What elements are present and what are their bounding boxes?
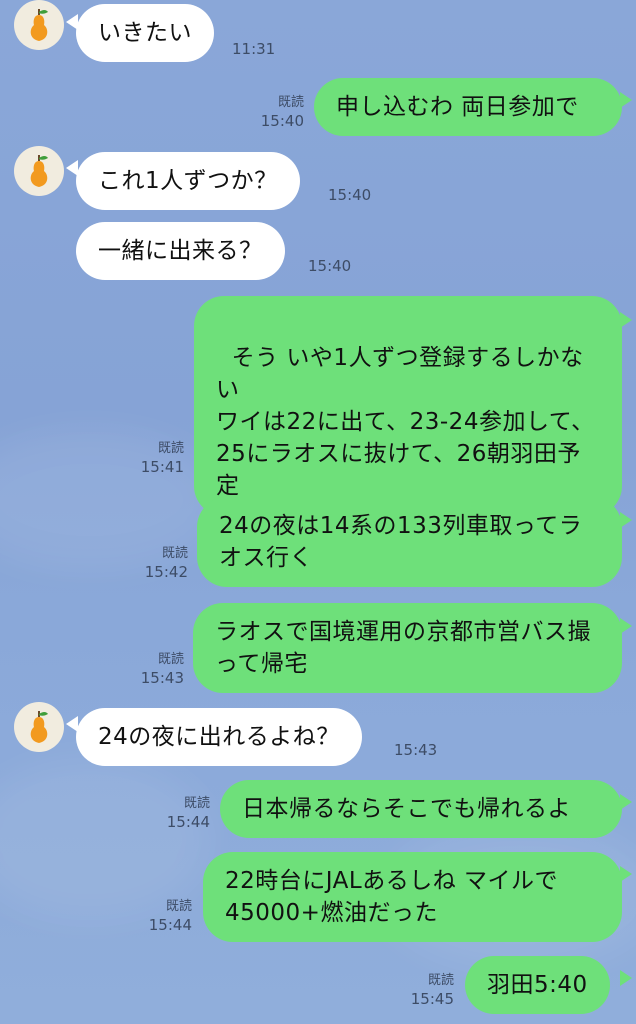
message-time: 15:45 — [410, 990, 454, 1008]
read-receipt: 既読 — [165, 899, 192, 914]
contact-avatar[interactable] — [14, 0, 64, 50]
message-bubble[interactable]: 羽田5:40 — [465, 956, 610, 1014]
bubble-tail — [620, 970, 632, 986]
message-bubble[interactable]: 24の夜に出れるよね？ — [76, 708, 362, 766]
message-text: 24の夜に出れるよね？ — [98, 724, 340, 750]
message-bubble[interactable]: 申し込むわ 両日参加で — [314, 78, 622, 136]
message-text: 一緒に出来る？ — [98, 238, 263, 264]
read-receipt: 既読 — [157, 652, 184, 667]
message-text: そう いや1人ずつ登録するしかない ワイは22に出て、23-24参加して、25に… — [216, 345, 595, 499]
message-meta: 既読 15:41 — [132, 440, 184, 476]
read-receipt: 既読 — [183, 796, 210, 811]
message-meta: 既読 15:43 — [128, 651, 184, 687]
message-text: 22時台にJALあるしね マイルで45000+燃油だった — [225, 868, 559, 926]
bubble-tail — [620, 866, 632, 882]
pear-icon — [30, 155, 48, 187]
bubble-tail — [620, 618, 632, 634]
message-meta: 既読 15:44 — [134, 898, 192, 934]
pear-icon — [30, 711, 48, 743]
read-receipt: 既読 — [161, 546, 188, 561]
read-receipt: 既読 — [427, 973, 454, 988]
bubble-tail — [620, 512, 632, 528]
contact-avatar[interactable] — [14, 146, 64, 196]
message-bubble[interactable]: 24の夜は14系の133列車取ってラオス行く — [197, 497, 622, 587]
message-time: 15:43 — [394, 741, 438, 759]
pear-icon — [30, 9, 48, 41]
message-text: 羽田5:40 — [487, 972, 588, 998]
message-text: これ1人ずつか？ — [98, 168, 278, 194]
message-bubble[interactable]: 日本帰るならそこでも帰れるよ — [220, 780, 622, 838]
read-receipt: 既読 — [157, 441, 184, 456]
message-meta: 既読 15:44 — [152, 795, 210, 831]
message-meta: 15:40 — [308, 257, 351, 275]
message-time: 15:40 — [260, 112, 304, 130]
contact-avatar[interactable] — [14, 702, 64, 752]
message-time: 15:44 — [148, 916, 192, 934]
bubble-tail — [620, 312, 632, 328]
message-bubble[interactable]: いきたい — [76, 4, 214, 62]
message-time: 15:44 — [166, 813, 210, 831]
message-meta: 11:31 — [232, 40, 275, 58]
message-meta: 15:43 — [394, 741, 437, 759]
message-meta: 既読 15:42 — [132, 545, 188, 581]
message-bubble[interactable]: ラオスで国境運用の京都市営バス撮って帰宅 — [193, 603, 622, 693]
message-meta: 既読 15:45 — [398, 972, 454, 1008]
read-receipt: 既読 — [277, 95, 304, 110]
message-bubble[interactable]: 一緒に出来る？ — [76, 222, 285, 280]
message-bubble[interactable]: 22時台にJALあるしね マイルで45000+燃油だった — [203, 852, 622, 942]
message-text: 申し込むわ 両日参加で — [336, 94, 579, 120]
message-meta: 既読 15:40 — [246, 94, 304, 130]
message-text: いきたい — [98, 20, 192, 46]
bubble-tail — [620, 794, 632, 810]
message-bubble[interactable]: これ1人ずつか？ — [76, 152, 300, 210]
message-time: 15:43 — [140, 669, 184, 687]
message-time: 15:41 — [140, 458, 184, 476]
message-time: 15:40 — [328, 186, 372, 204]
message-meta: 15:40 — [328, 186, 371, 204]
message-bubble[interactable]: そう いや1人ずつ登録するしかない ワイは22に出て、23-24参加して、25に… — [194, 296, 622, 516]
message-time: 15:40 — [308, 257, 352, 275]
message-text: 日本帰るならそこでも帰れるよ — [242, 796, 571, 822]
message-time: 15:42 — [144, 563, 188, 581]
message-text: 24の夜は14系の133列車取ってラオス行く — [219, 513, 583, 571]
message-text: ラオスで国境運用の京都市営バス撮って帰宅 — [215, 619, 591, 677]
message-time: 11:31 — [232, 40, 276, 58]
bubble-tail — [620, 92, 632, 108]
